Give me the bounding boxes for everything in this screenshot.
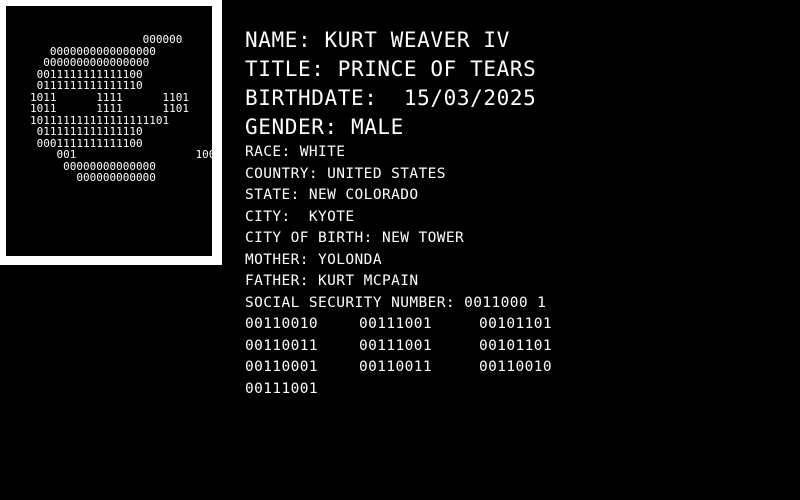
portrait-panel: 000000 0000000000000000 0000000000000000…	[6, 6, 216, 256]
ssn-byte: 00110001	[245, 359, 319, 375]
ssn-byte: 00111001	[359, 337, 433, 354]
ssn-label-line: SOCIAL SECURITY NUMBER: 0011000 1	[245, 294, 547, 311]
ssn-byte: 00110010	[479, 359, 553, 375]
ssn-row: 00110011 00111001 00101101	[245, 336, 552, 358]
ssn-byte: 00110010	[245, 316, 319, 332]
ssn-byte: 00110011	[245, 337, 319, 354]
ascii-face-portrait: 000000 0000000000000000 0000000000000000…	[30, 33, 216, 184]
ssn-byte: 00111001	[359, 316, 433, 332]
ssn-row: 00110010 00111001 00101101	[245, 314, 552, 336]
state-line: STATE: NEW COLORADO	[245, 187, 419, 203]
name-line: NAME: KURT WEAVER IV	[245, 28, 510, 52]
portrait-frame: 000000 0000000000000000 0000000000000000…	[0, 0, 222, 265]
title-line: TITLE: PRINCE OF TEARS	[245, 57, 537, 81]
ssn-row: 00110001 00110011 00110010	[245, 357, 552, 379]
ssn-byte: 00101101	[479, 337, 553, 354]
ssn-byte: 00111001	[245, 380, 319, 397]
city-of-birth-line: CITY OF BIRTH: NEW TOWER	[245, 230, 465, 246]
father-line: FATHER: KURT MCPAIN	[245, 273, 419, 289]
country-line: COUNTRY: UNITED STATES	[245, 165, 446, 182]
race-line: RACE: WHITE	[245, 144, 346, 160]
profile-details: NAME: KURT WEAVER IV TITLE: PRINCE OF TE…	[245, 26, 552, 401]
ssn-byte: 00101101	[479, 316, 553, 332]
gender-line: GENDER: MALE	[245, 115, 404, 139]
birthdate-line: BIRTHDATE: 15/03/2025	[245, 86, 537, 110]
city-line: CITY: KYOTE	[245, 208, 355, 225]
mother-line: MOTHER: YOLONDA	[245, 251, 382, 268]
ssn-byte: 00110011	[359, 359, 433, 375]
ssn-row: 00111001	[245, 379, 546, 401]
